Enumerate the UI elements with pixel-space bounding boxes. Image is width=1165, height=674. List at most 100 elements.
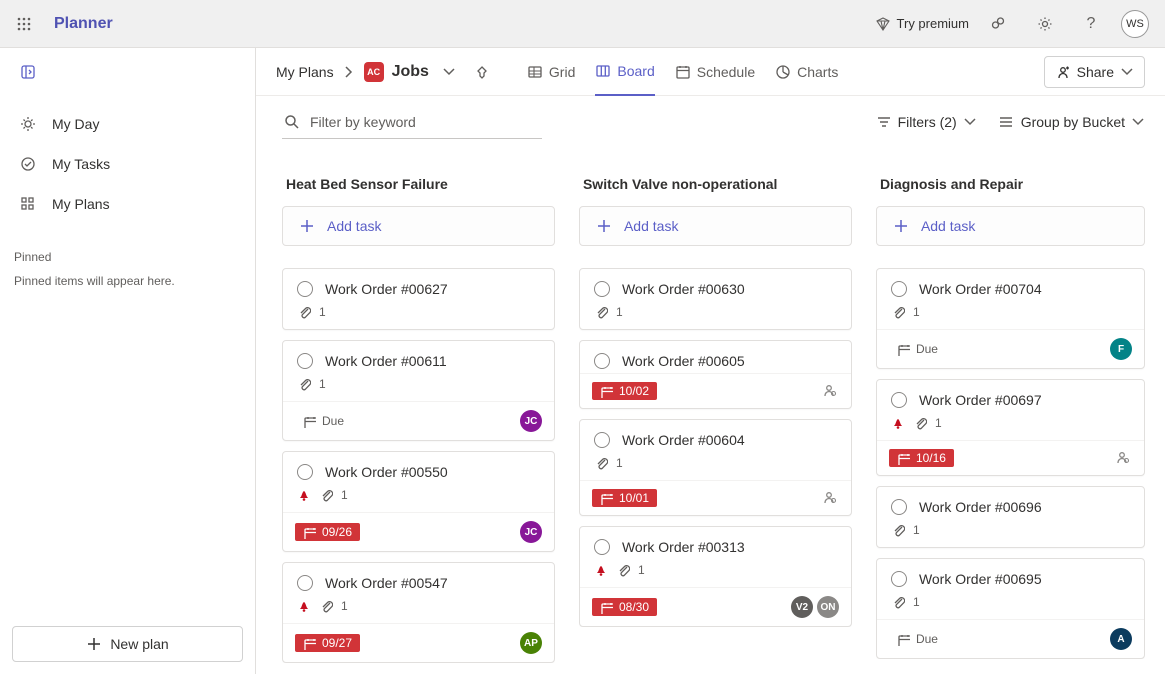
task-card[interactable]: Work Order #006271 [282,268,555,330]
due-pill: Due [889,340,946,358]
sidebar-item-my-plans[interactable]: My Plans [12,184,243,224]
due-text: 09/27 [322,636,352,650]
assignee-badge[interactable]: JC [520,521,542,543]
status-circle[interactable] [297,464,313,480]
status-circle[interactable] [297,575,313,591]
bucket-title[interactable]: Diagnosis and Repair [876,176,1145,192]
status-circle[interactable] [594,281,610,297]
assignee-badge[interactable]: ON [817,596,839,618]
try-premium-button[interactable]: Try premium [875,16,969,32]
view-board[interactable]: Board [595,48,654,96]
attachment-icon [594,305,608,319]
app-launcher-button[interactable] [8,8,40,40]
assignee-badge[interactable]: V2 [791,596,813,618]
people-icon[interactable] [821,382,839,400]
task-footer: 10/02 [580,373,851,408]
sidebar-item-label: My Tasks [52,156,110,172]
group-by-label: Group by Bucket [1021,114,1125,130]
breadcrumb-root[interactable]: My Plans [276,64,334,80]
add-task-button[interactable]: Add task [282,206,555,246]
status-circle[interactable] [891,499,907,515]
copilot-icon [990,15,1008,33]
group-icon [999,114,1015,130]
plan-menu-button[interactable] [437,60,461,84]
share-label: Share [1077,64,1114,80]
task-meta: 1 [877,412,1144,440]
bucket-title[interactable]: Switch Valve non-operational [579,176,852,192]
pie-icon [775,64,791,80]
task-title: Work Order #00313 [622,539,745,555]
card-list: Work Order #006271Work Order #006111DueJ… [282,268,555,663]
status-circle[interactable] [297,353,313,369]
view-grid[interactable]: Grid [527,48,575,96]
task-meta: 1 [580,559,851,587]
new-plan-button[interactable]: New plan [12,626,243,662]
assignee-badge[interactable]: AP [520,632,542,654]
status-circle[interactable] [891,571,907,587]
add-task-label: Add task [327,218,381,234]
task-meta: 1 [580,301,851,329]
task-card[interactable]: Work Order #00313108/30V2ON [579,526,852,627]
sidebar-item-my-tasks[interactable]: My Tasks [12,144,243,184]
attachment-count: 1 [935,416,942,430]
help-icon: ? [1087,15,1096,33]
group-by-button[interactable]: Group by Bucket [999,114,1145,130]
add-task-button[interactable]: Add task [579,206,852,246]
assignees: F [1110,338,1132,360]
status-circle[interactable] [891,392,907,408]
attachment-icon [891,305,905,319]
sidebar-collapse-button[interactable] [12,56,44,88]
assignees [821,489,839,507]
chevron-right-icon [342,65,356,79]
pin-button[interactable] [469,60,493,84]
settings-button[interactable] [1029,8,1061,40]
status-circle[interactable] [594,432,610,448]
pinned-empty-text: Pinned items will appear here. [12,274,243,288]
app-title: Planner [54,15,113,33]
task-meta: 1 [283,595,554,623]
calendar-icon [600,601,613,614]
assignee-badge[interactable]: F [1110,338,1132,360]
task-title: Work Order #00627 [325,281,448,297]
task-card[interactable]: Work Order #00697110/16 [876,379,1145,476]
status-circle[interactable] [594,539,610,555]
board-icon [595,63,611,79]
task-card[interactable]: Work Order #006301 [579,268,852,330]
filters-button[interactable]: Filters (2) [876,114,977,130]
status-circle[interactable] [891,281,907,297]
assignee-badge[interactable]: A [1110,628,1132,650]
sidebar-item-my-day[interactable]: My Day [12,104,243,144]
task-card[interactable]: Work Order #0060510/02 [579,340,852,409]
copilot-button[interactable] [983,8,1015,40]
due-pill: Due [295,412,352,430]
view-schedule[interactable]: Schedule [675,48,755,96]
add-task-button[interactable]: Add task [876,206,1145,246]
attachment-count: 1 [913,523,920,537]
task-meta: 1 [877,519,1144,547]
people-icon[interactable] [821,489,839,507]
share-button[interactable]: Share [1044,56,1145,88]
status-circle[interactable] [594,353,610,369]
plan-badge: AC [364,62,384,82]
user-avatar[interactable]: WS [1121,10,1149,38]
assignee-badge[interactable]: JC [520,410,542,432]
view-charts[interactable]: Charts [775,48,838,96]
task-card[interactable]: Work Order #00604110/01 [579,419,852,516]
due-pill: 09/27 [295,634,360,652]
task-card[interactable]: Work Order #006111DueJC [282,340,555,441]
task-card[interactable]: Work Order #007041DueF [876,268,1145,369]
people-icon[interactable] [1114,449,1132,467]
status-circle[interactable] [297,281,313,297]
filter-input[interactable] [282,106,542,138]
bucket-title[interactable]: Heat Bed Sensor Failure [282,176,555,192]
due-pill: 10/01 [592,489,657,507]
task-card[interactable]: Work Order #00550109/26JC [282,451,555,552]
search-icon [284,114,300,130]
view-label: Schedule [697,64,755,80]
sidebar-item-label: My Day [52,116,99,132]
task-card[interactable]: Work Order #006961 [876,486,1145,548]
task-card[interactable]: Work Order #00547109/27AP [282,562,555,663]
task-meta: 1 [877,301,1144,329]
help-button[interactable]: ? [1075,8,1107,40]
task-card[interactable]: Work Order #006951DueA [876,558,1145,659]
